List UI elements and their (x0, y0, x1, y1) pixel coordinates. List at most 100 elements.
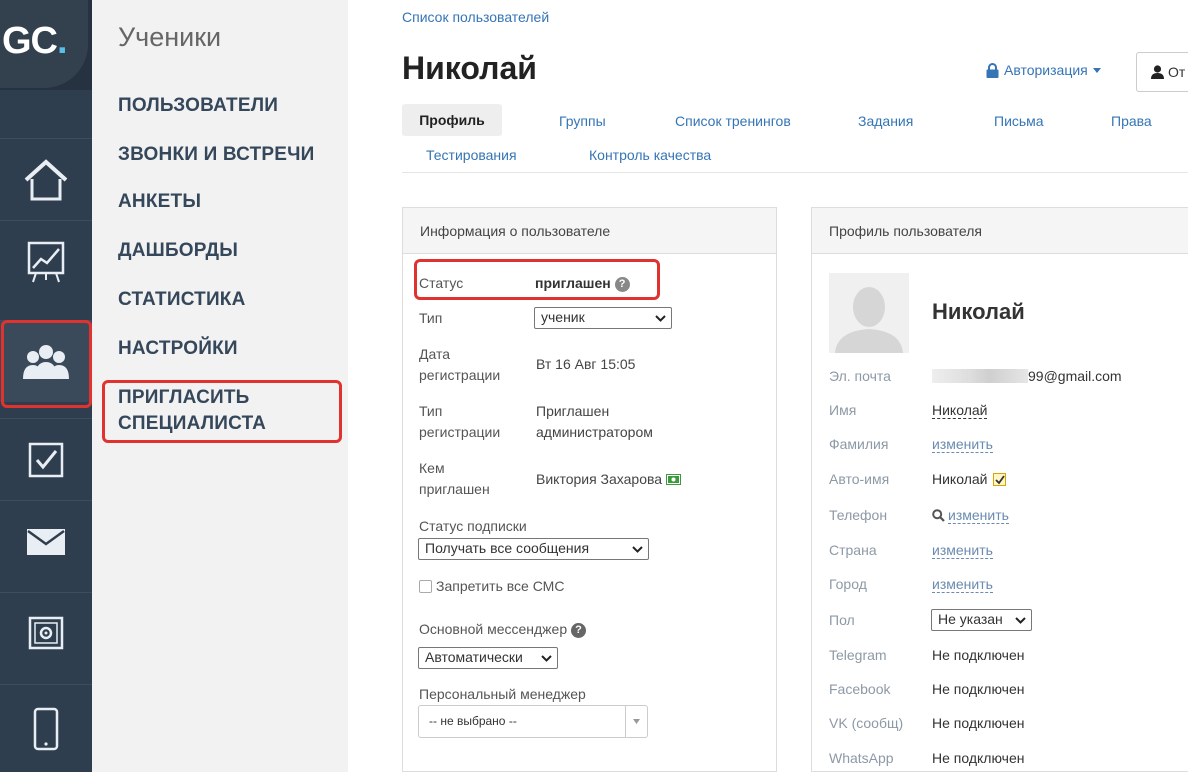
chart-icon[interactable] (0, 220, 92, 302)
telegram-label: Telegram (829, 647, 887, 663)
tab-groups[interactable]: Группы (559, 113, 606, 129)
manager-select-arrow-box (625, 706, 647, 737)
user-profile-header: Профиль пользователя (812, 208, 1188, 254)
highlight-status (414, 259, 660, 300)
user-info-header: Информация о пользователе (403, 208, 776, 254)
menu-item-statistics[interactable]: СТАТИСТИКА (118, 287, 246, 313)
avatar[interactable] (829, 273, 909, 353)
menu-item-calls[interactable]: ЗВОНКИ И ВСТРЕЧИ (118, 142, 315, 168)
chevron-down-icon (655, 315, 666, 322)
tab-testing[interactable]: Тестирования (426, 147, 517, 163)
logo-main: GC (2, 20, 58, 62)
page-title: Николай (402, 50, 537, 86)
email-redacted (932, 369, 1028, 383)
auto-name-text: Николай (932, 471, 988, 487)
phone-edit-link: изменить (948, 507, 1009, 524)
auto-name-label: Авто-имя (829, 471, 890, 487)
sub-status-label: Статус подписки (419, 518, 527, 534)
reg-type-label-2: регистрации (419, 424, 501, 440)
manager-label: Персональный менеджер (419, 686, 586, 702)
city-edit-link: изменить (932, 576, 993, 593)
reg-type-value-2: администратором (536, 424, 653, 440)
tab-rights[interactable]: Права (1111, 113, 1152, 129)
user-icon (1151, 65, 1164, 79)
vk-value: Не подключен (932, 715, 1025, 731)
sex-label: Пол (829, 612, 855, 628)
money-icon (666, 474, 682, 485)
sms-checkbox[interactable] (419, 580, 432, 593)
sms-checkbox-label: Запретить все СМС (436, 578, 565, 594)
invited-by-label-2: приглашен (419, 481, 490, 497)
messenger-label-text: Основной мессенджер (419, 621, 568, 637)
tabs-divider (402, 172, 1188, 173)
invited-by-label: Кем приглашен (419, 458, 490, 500)
email-label: Эл. почта (829, 368, 891, 384)
messenger-select-value: Автоматически (425, 649, 523, 665)
email-value: 99@gmail.com (932, 368, 1122, 384)
reg-type-value-1: Приглашен (536, 403, 610, 419)
home-icon[interactable] (0, 138, 92, 220)
reg-date-label: Дата регистрации (419, 344, 500, 386)
settings-box-icon[interactable] (0, 592, 92, 674)
country-label: Страна (829, 542, 877, 558)
city-value[interactable]: изменить (932, 576, 993, 593)
sex-select[interactable]: Не указан (931, 609, 1032, 631)
sex-select-value: Не указан (938, 611, 1003, 627)
first-name-value[interactable]: Николай (932, 402, 988, 419)
authorization-label: Авторизация (1004, 62, 1088, 78)
reg-type-value: Приглашен администратором (536, 401, 653, 443)
type-select-value: ученик (541, 309, 585, 325)
profile-name: Николай (932, 299, 1025, 324)
telegram-value: Не подключен (932, 647, 1025, 663)
logo-dot: . (57, 20, 68, 62)
auto-name-checkbox[interactable] (993, 472, 1007, 486)
invited-by-value: Виктория Захарова (536, 469, 682, 490)
help-icon[interactable]: ? (571, 622, 586, 638)
country-edit-link: изменить (932, 542, 993, 559)
tab-letters[interactable]: Письма (994, 113, 1044, 129)
avatar-placeholder-icon (835, 287, 903, 353)
whatsapp-value: Не подключен (932, 750, 1025, 766)
invited-by-label-1: Кем (419, 460, 445, 476)
type-select[interactable]: ученик (534, 307, 672, 329)
logo-text: GC. (2, 20, 68, 63)
tab-profile[interactable]: Профиль (402, 104, 502, 136)
authorization-dropdown[interactable]: Авторизация (986, 62, 1101, 78)
menu-item-settings[interactable]: НАСТРОЙКИ (118, 336, 238, 362)
sub-status-value: Получать все сообщения (425, 540, 590, 556)
breadcrumb[interactable]: Список пользователей (402, 9, 549, 25)
messenger-select[interactable]: Автоматически (418, 647, 558, 669)
whatsapp-label: WhatsApp (829, 750, 894, 766)
mail-icon[interactable] (0, 500, 92, 582)
phone-value[interactable]: изменить (932, 507, 1009, 524)
menu-item-forms[interactable]: АНКЕТЫ (118, 189, 201, 215)
ot-button-label: От (1168, 64, 1186, 80)
auto-name-value: Николай (932, 471, 1007, 487)
menu-item-dashboards[interactable]: ДАШБОРДЫ (118, 238, 238, 264)
tab-quality-control[interactable]: Контроль качества (589, 147, 711, 163)
logo[interactable]: GC. (0, 0, 92, 90)
manager-select-value: -- не выбрано -- (429, 714, 517, 728)
first-name-text: Николай (932, 402, 988, 419)
reg-type-label: Тип регистрации (419, 401, 500, 443)
checkmark-icon (995, 474, 1006, 484)
type-label: Тип (419, 310, 443, 326)
first-name-label: Имя (829, 402, 857, 418)
manager-select[interactable]: -- не выбрано -- (418, 705, 648, 738)
last-name-value[interactable]: изменить (932, 436, 993, 453)
country-value[interactable]: изменить (932, 542, 993, 559)
sms-checkbox-row[interactable]: Запретить все СМС (419, 576, 564, 597)
reg-date-label-2: регистрации (419, 367, 501, 383)
chevron-down-icon (1015, 617, 1026, 624)
sub-status-select[interactable]: Получать все сообщения (418, 538, 649, 560)
reg-date-label-1: Дата (419, 346, 451, 362)
ot-button[interactable]: От (1136, 52, 1188, 92)
checkbox-icon[interactable] (0, 418, 92, 500)
menu-item-users[interactable]: ПОЛЬЗОВАТЕЛИ (118, 93, 278, 119)
phone-icon[interactable] (0, 684, 92, 772)
tab-tasks[interactable]: Задания (858, 113, 913, 129)
tab-trainings[interactable]: Список тренингов (675, 113, 791, 129)
invited-by-name[interactable]: Виктория Захарова (536, 469, 662, 490)
lock-icon (986, 62, 999, 78)
last-name-label: Фамилия (829, 436, 889, 452)
